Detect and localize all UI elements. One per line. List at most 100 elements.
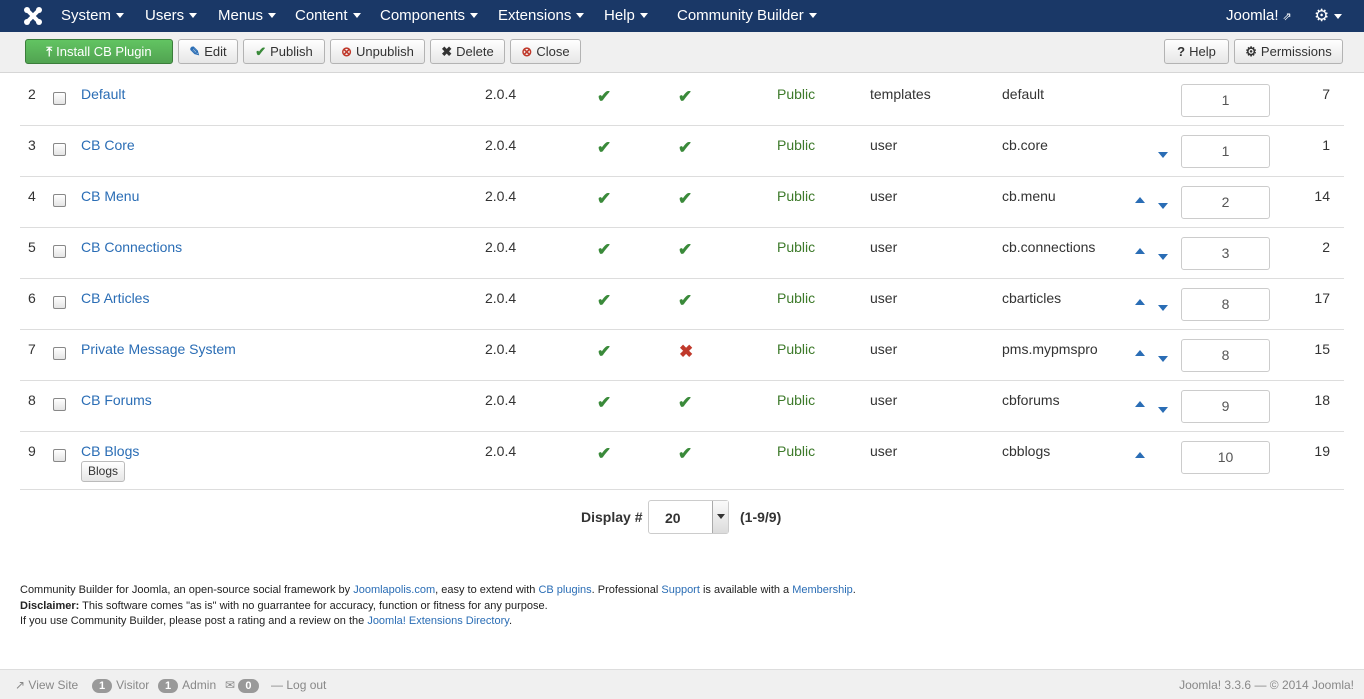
plugin-tag-button[interactable]: Blogs <box>81 461 126 482</box>
plugin-name-link[interactable]: Default <box>81 86 125 102</box>
edit-button[interactable]: ✎ Edit <box>178 39 238 64</box>
row-checkbox[interactable] <box>53 92 66 105</box>
published-check-icon[interactable]: ✔ <box>597 393 611 413</box>
compatible-check-icon: ✔ <box>678 189 693 208</box>
move-up-icon[interactable] <box>1135 248 1145 254</box>
plugin-name-link[interactable]: CB Blogs <box>81 443 139 459</box>
row-checkbox[interactable] <box>53 296 66 309</box>
footer-line-3: If you use Community Builder, please pos… <box>20 614 856 630</box>
nav-components[interactable]: Components <box>380 0 479 32</box>
nav-content[interactable]: Content <box>295 0 361 32</box>
cb-plugins-link[interactable]: CB plugins <box>538 584 591 596</box>
plugin-name-link[interactable]: CB Articles <box>81 290 149 306</box>
published-check-icon[interactable]: ✔ <box>597 342 611 362</box>
nav-users[interactable]: Users <box>145 0 198 32</box>
permissions-button[interactable]: ⚙ Permissions <box>1234 39 1343 64</box>
plugin-type: user <box>870 392 898 408</box>
move-up-icon[interactable] <box>1135 350 1145 356</box>
move-up-icon[interactable] <box>1135 299 1145 305</box>
view-site-link[interactable]: ↗ View Site <box>15 678 78 692</box>
help-button[interactable]: ? Help <box>1164 39 1229 64</box>
nav-menus-label: Menus <box>218 7 264 24</box>
delete-button[interactable]: ✖ Delete <box>430 39 505 64</box>
row-number: 4 <box>28 188 36 204</box>
question-icon: ? <box>1177 44 1186 59</box>
jed-link[interactable]: Joomla! Extensions Directory <box>367 615 509 627</box>
chevron-down-icon <box>189 12 198 18</box>
move-down-icon[interactable] <box>1158 356 1168 362</box>
move-up-icon[interactable] <box>1135 401 1145 407</box>
plugin-id: 19 <box>1314 443 1330 459</box>
unpublish-button[interactable]: ⊗ Unpublish <box>330 39 425 64</box>
support-link[interactable]: Support <box>661 584 700 596</box>
nav-joomla-site-link[interactable]: Joomla! ⇗ <box>1226 0 1292 32</box>
chevron-down-icon <box>576 12 585 18</box>
move-up-icon[interactable] <box>1135 197 1145 203</box>
plugin-version: 2.0.4 <box>485 443 517 459</box>
plugin-element: cb.menu <box>1002 188 1056 204</box>
published-check-icon[interactable]: ✔ <box>597 189 611 209</box>
row-checkbox[interactable] <box>53 347 66 360</box>
move-down-icon[interactable] <box>1158 152 1168 158</box>
pagination-count: (1-9/9) <box>740 509 782 525</box>
plugin-name-link[interactable]: CB Core <box>81 137 135 153</box>
envelope-icon: ✉ <box>225 678 236 692</box>
membership-link[interactable]: Membership <box>792 584 853 596</box>
plugin-name-link[interactable]: CB Menu <box>81 188 139 204</box>
row-checkbox[interactable] <box>53 194 66 207</box>
joomla-logo-icon[interactable] <box>22 5 44 27</box>
plugin-name-link[interactable]: CB Connections <box>81 239 182 255</box>
table-row: 5 CB Connections 2.0.4 ✔ ✔ Public user cb.conne… <box>20 228 1344 279</box>
published-check-icon[interactable]: ✔ <box>597 444 611 464</box>
row-checkbox[interactable] <box>53 449 66 462</box>
footer-text-segment: . Professional <box>591 584 662 596</box>
admin-badge: 1 <box>158 679 179 693</box>
nav-extensions[interactable]: Extensions <box>498 0 585 32</box>
move-down-icon[interactable] <box>1158 305 1168 311</box>
footer-text-segment: , easy to extend with <box>435 584 539 596</box>
ordering-input[interactable]: 10 <box>1181 441 1270 474</box>
published-check-icon[interactable]: ✔ <box>597 291 611 311</box>
display-limit-select[interactable]: 20 <box>648 500 729 534</box>
install-cb-plugin-button[interactable]: ⤒ Install CB Plugin <box>25 39 173 64</box>
nav-community-builder[interactable]: Community Builder <box>677 0 817 32</box>
close-button[interactable]: ⊗ Close <box>510 39 581 64</box>
plugin-name-link[interactable]: CB Forums <box>81 392 152 408</box>
ordering-input[interactable]: 1 <box>1181 135 1270 168</box>
row-checkbox[interactable] <box>53 398 66 411</box>
nav-community-builder-label: Community Builder <box>677 7 804 24</box>
visitor-label: Visitor <box>116 678 150 692</box>
logout-link[interactable]: — Log out <box>271 678 326 692</box>
compatible-check-icon: ✔ <box>678 393 693 412</box>
nav-system[interactable]: System <box>61 0 125 32</box>
messages-link[interactable]: ✉ 0 <box>225 678 263 693</box>
move-down-icon[interactable] <box>1158 254 1168 260</box>
move-down-icon[interactable] <box>1158 203 1168 209</box>
publish-label: Publish <box>270 44 313 59</box>
ordering-input[interactable]: 2 <box>1181 186 1270 219</box>
move-up-icon[interactable] <box>1135 452 1145 458</box>
chevron-down-icon <box>116 12 125 18</box>
plugin-name-link[interactable]: Private Message System <box>81 341 236 357</box>
row-checkbox[interactable] <box>53 143 66 156</box>
nav-settings[interactable]: ⚙ <box>1314 0 1343 32</box>
visitor-badge: 1 <box>92 679 113 693</box>
ordering-input[interactable]: 1 <box>1181 84 1270 117</box>
admin-count: 1 Admin <box>158 678 216 693</box>
chevron-down-icon <box>712 501 728 533</box>
plugin-version: 2.0.4 <box>485 137 517 153</box>
published-check-icon[interactable]: ✔ <box>597 138 611 158</box>
ordering-input[interactable]: 8 <box>1181 288 1270 321</box>
ordering-input[interactable]: 8 <box>1181 339 1270 372</box>
move-down-icon[interactable] <box>1158 407 1168 413</box>
publish-button[interactable]: ✔ Publish <box>243 39 325 64</box>
ordering-input[interactable]: 3 <box>1181 237 1270 270</box>
joomlapolis-link[interactable]: Joomlapolis.com <box>353 584 435 596</box>
published-check-icon[interactable]: ✔ <box>597 240 611 260</box>
nav-menus[interactable]: Menus <box>218 0 277 32</box>
nav-help[interactable]: Help <box>604 0 648 32</box>
plugin-version: 2.0.4 <box>485 290 517 306</box>
ordering-input[interactable]: 9 <box>1181 390 1270 423</box>
row-checkbox[interactable] <box>53 245 66 258</box>
published-check-icon[interactable]: ✔ <box>597 87 611 107</box>
